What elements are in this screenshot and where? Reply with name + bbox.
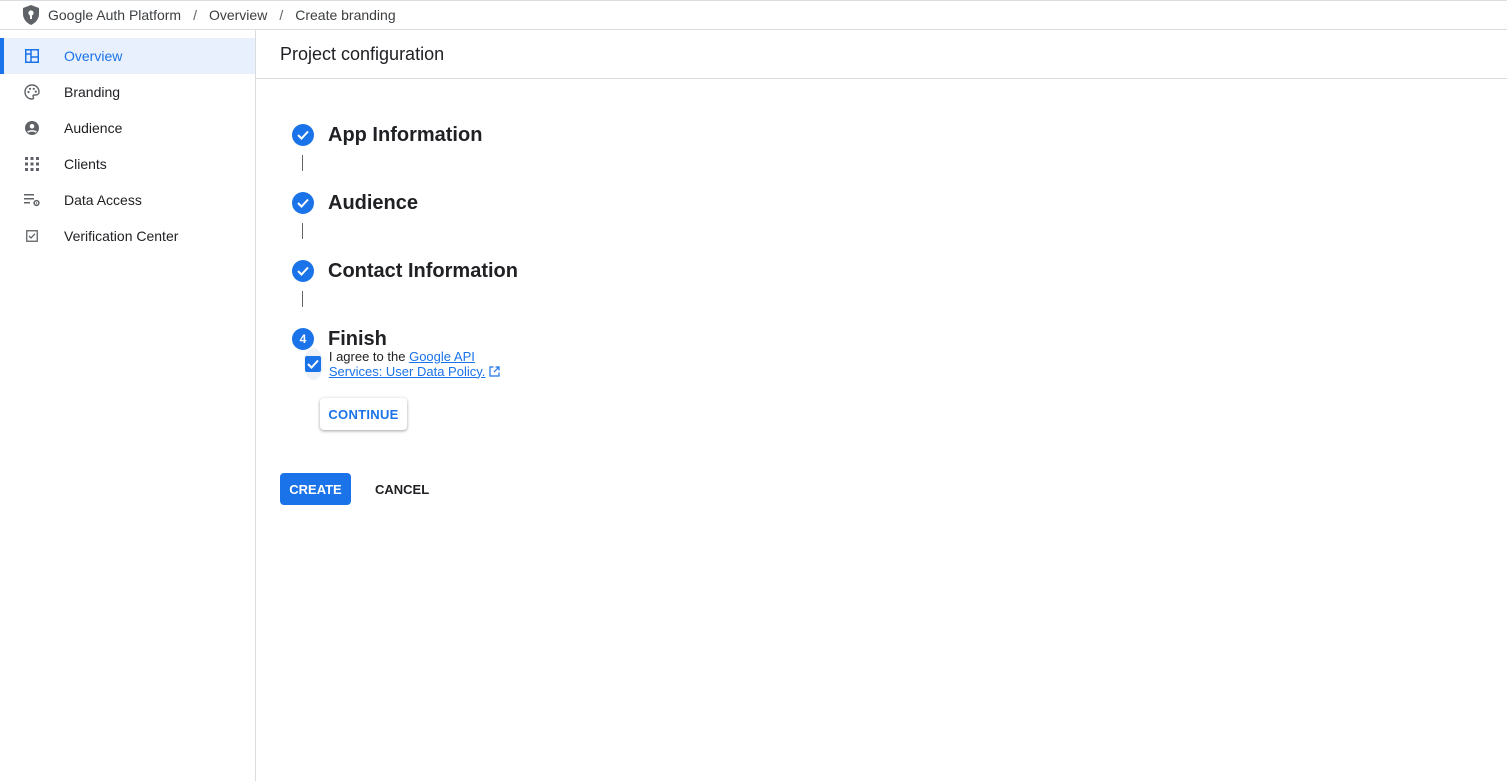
step-connector xyxy=(302,223,303,239)
step-contact-information: Contact Information xyxy=(292,258,518,326)
check-circle-icon xyxy=(292,260,314,282)
checkbox-checked-icon xyxy=(305,356,322,372)
page-title: Project configuration xyxy=(256,30,1507,79)
check-circle-icon xyxy=(292,192,314,214)
step-title: Audience xyxy=(328,191,419,214)
sidebar-item-label: Clients xyxy=(64,156,107,172)
step-connector xyxy=(302,291,303,307)
sidebar-item-label: Audience xyxy=(64,120,123,136)
checkbox-icon xyxy=(24,228,40,244)
step-title: Contact Information xyxy=(328,259,518,282)
sidebar-item-data-access[interactable]: Data Access xyxy=(0,182,255,218)
agreement-row: I agree to the Google API Services: User… xyxy=(304,348,518,380)
open-in-new-icon[interactable] xyxy=(489,365,500,380)
sidebar-item-verification-center[interactable]: Verification Center xyxy=(0,218,255,254)
stepper: App Information Audience Contact Informa… xyxy=(292,122,518,430)
breadcrumb-separator: / xyxy=(279,7,284,23)
agreement-text: I agree to the Google API Services: User… xyxy=(329,349,518,380)
shield-keyhole-icon xyxy=(22,4,42,26)
sidebar-item-label: Branding xyxy=(64,84,121,100)
palette-icon xyxy=(24,84,40,100)
continue-button[interactable]: CONTINUE xyxy=(320,398,407,430)
step-title: App Information xyxy=(328,123,483,146)
cancel-button[interactable]: CANCEL xyxy=(363,473,441,505)
account-circle-icon xyxy=(24,120,40,136)
list-settings-icon xyxy=(24,192,40,208)
dashboard-icon xyxy=(24,48,40,64)
sidebar-item-label: Verification Center xyxy=(64,228,179,244)
step-app-information: App Information xyxy=(292,122,518,190)
sidebar-item-audience[interactable]: Audience xyxy=(0,110,255,146)
step-connector xyxy=(302,155,303,171)
create-button[interactable]: CREATE xyxy=(280,473,351,505)
agree-checkbox[interactable] xyxy=(304,348,323,380)
sidebar-item-branding[interactable]: Branding xyxy=(0,74,255,110)
breadcrumb-google-auth-platform[interactable]: Google Auth Platform xyxy=(48,7,181,23)
sidebar-item-label: Overview xyxy=(64,48,123,64)
sidebar-item-overview[interactable]: Overview xyxy=(0,38,255,74)
sidebar-item-label: Data Access xyxy=(64,192,142,208)
step-audience: Audience xyxy=(292,190,518,258)
sidebar-item-clients[interactable]: Clients xyxy=(0,146,255,182)
apps-grid-icon xyxy=(24,156,40,172)
breadcrumb-create-branding: Create branding xyxy=(295,7,396,23)
breadcrumb-separator: / xyxy=(193,7,197,23)
form-actions: CREATE CANCEL xyxy=(280,473,441,505)
breadcrumb-overview[interactable]: Overview xyxy=(209,7,267,23)
main-content: Project configuration App Information Au… xyxy=(256,30,1507,781)
finish-step-content: I agree to the Google API Services: User… xyxy=(304,348,518,430)
check-circle-icon xyxy=(292,124,314,146)
sidebar: Overview Branding Audience Clients Data … xyxy=(0,30,256,781)
step-number-badge: 4 xyxy=(292,328,314,350)
agreement-prefix: I agree to the xyxy=(328,348,406,364)
breadcrumb: Google Auth Platform / Overview / Create… xyxy=(0,0,1507,30)
